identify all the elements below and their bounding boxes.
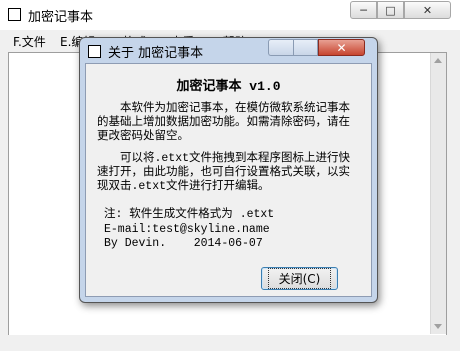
window-title: 加密记事本 xyxy=(28,10,94,25)
dialog-close-button[interactable]: ✕ xyxy=(318,39,365,56)
email-text: E-mail:test@skyline.name xyxy=(104,223,270,236)
description-paragraph-1: 本软件为加密记事本，在模仿微软系统记事本的基础上增加数据加密功能。如需清除密码，… xyxy=(97,102,350,143)
file-format-note: 注: 软件生成文件格式为 .etxt xyxy=(104,208,275,221)
dialog-body: 加密记事本 v1.0 本软件为加密记事本，在模仿微软系统记事本的基础上增加数据加… xyxy=(85,63,372,297)
description-paragraph-2: 可以将.etxt文件拖拽到本程序图标上进行快速打开，由此功能，也可自行设置格式关… xyxy=(97,152,351,193)
status-bar xyxy=(0,335,460,351)
author-date-text: By Devin. 2014-06-07 xyxy=(104,237,263,250)
scroll-up-icon[interactable] xyxy=(434,58,442,63)
minimize-button[interactable]: ─ xyxy=(350,1,377,19)
close-dialog-button[interactable]: 关闭(C) xyxy=(261,267,338,290)
dialog-minimize-button xyxy=(268,39,293,56)
about-dialog: 关于 加密记事本 ✕ 加密记事本 v1.0 本软件为加密记事本，在模仿微软系统记… xyxy=(79,37,378,303)
title-bar: 加密记事本 ─ □ ✕ xyxy=(0,0,460,30)
maximize-button[interactable]: □ xyxy=(377,1,404,19)
dialog-title: 关于 加密记事本 xyxy=(108,46,204,61)
vertical-scrollbar[interactable] xyxy=(430,53,446,334)
dialog-maximize-button xyxy=(293,39,318,56)
app-icon xyxy=(8,8,21,21)
close-button[interactable]: ✕ xyxy=(404,1,451,19)
about-heading: 加密记事本 v1.0 xyxy=(176,79,281,94)
menu-file[interactable]: F.文件 xyxy=(13,33,46,50)
close-dialog-label: 关闭(C) xyxy=(267,268,332,289)
scroll-down-icon[interactable] xyxy=(434,324,442,329)
dialog-app-icon xyxy=(88,45,101,58)
